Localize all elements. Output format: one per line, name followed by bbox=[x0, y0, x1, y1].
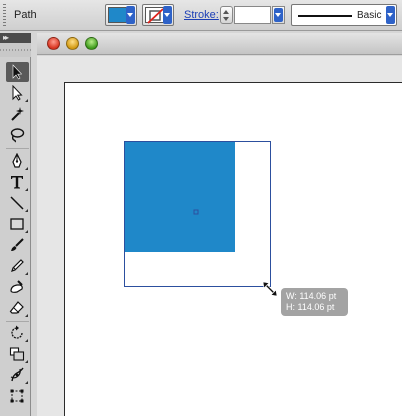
selection-tool-icon bbox=[12, 64, 23, 80]
scale-tool[interactable] bbox=[6, 344, 29, 364]
selection-type-label: Path bbox=[14, 9, 37, 21]
type-tool-icon bbox=[11, 176, 23, 189]
tooltip-width: W: 114.06 pt bbox=[286, 291, 337, 301]
tool-flyout-indicator bbox=[25, 209, 28, 212]
paintbrush-tool-icon bbox=[11, 238, 24, 251]
pencil-tool[interactable] bbox=[6, 256, 29, 276]
brush-name-label: Basic bbox=[357, 10, 382, 21]
free-transform-tool[interactable] bbox=[6, 386, 29, 406]
paintbrush-tool[interactable] bbox=[6, 235, 29, 255]
minimize-window-button[interactable] bbox=[66, 37, 79, 50]
stroke-weight-dropdown[interactable] bbox=[272, 6, 285, 24]
blob-brush-tool-icon bbox=[10, 280, 23, 293]
stroke-panel-link[interactable]: Stroke: bbox=[184, 9, 219, 21]
tooltip-height: H: 114.06 pt bbox=[286, 302, 335, 312]
pencil-tool-icon bbox=[11, 259, 24, 272]
eraser-tool-icon bbox=[9, 301, 24, 314]
tool-flyout-indicator bbox=[25, 339, 28, 342]
stroke-color-dropdown[interactable] bbox=[142, 4, 174, 26]
diagonal-resize-cursor-icon bbox=[262, 281, 278, 297]
line-segment-tool[interactable] bbox=[6, 193, 29, 213]
stroke-none-swatch bbox=[145, 7, 164, 24]
lasso-tool[interactable] bbox=[6, 125, 29, 145]
direct-selection-tool-icon bbox=[12, 85, 23, 101]
transform-size-tooltip: W: 114.06 pt H: 114.06 pt bbox=[281, 288, 348, 316]
tool-flyout-indicator bbox=[25, 360, 28, 363]
chevron-down-icon bbox=[274, 8, 283, 22]
collapse-panel-icon[interactable]: ▸▸ bbox=[3, 33, 9, 43]
rotate-tool-icon bbox=[11, 325, 23, 339]
tool-separator bbox=[6, 148, 29, 149]
stroke-weight-stepper[interactable] bbox=[220, 6, 233, 24]
fill-color-dropdown[interactable] bbox=[105, 4, 137, 26]
center-point-marker bbox=[193, 209, 199, 215]
tools-panel-grip[interactable] bbox=[0, 43, 31, 57]
control-bar: Path Stroke: Basic bbox=[0, 0, 402, 31]
tool-flyout-indicator bbox=[25, 314, 28, 317]
magic-wand-tool-icon bbox=[11, 107, 24, 121]
brush-definition-dropdown[interactable]: Basic bbox=[291, 4, 397, 26]
selection-tool[interactable] bbox=[6, 62, 29, 82]
document-title-bar[interactable] bbox=[37, 33, 402, 55]
control-bar-grip[interactable] bbox=[3, 4, 6, 26]
stroke-weight-input[interactable] bbox=[234, 6, 271, 24]
pen-tool-icon bbox=[12, 153, 22, 168]
tool-flyout-indicator bbox=[25, 99, 28, 102]
rectangle-tool-icon bbox=[10, 218, 24, 230]
line-segment-tool-icon bbox=[10, 196, 24, 210]
chevron-down-icon bbox=[126, 6, 135, 24]
tool-separator bbox=[6, 321, 29, 322]
chevron-down-icon bbox=[163, 6, 172, 24]
tools-panel bbox=[0, 57, 31, 416]
tools-panel-header: ▸▸ bbox=[0, 33, 31, 43]
type-tool[interactable] bbox=[6, 172, 29, 192]
scale-tool-icon bbox=[9, 347, 25, 361]
eraser-tool[interactable] bbox=[6, 298, 29, 318]
close-window-button[interactable] bbox=[47, 37, 60, 50]
tool-flyout-indicator bbox=[25, 188, 28, 191]
tool-flyout-indicator bbox=[25, 167, 28, 170]
blob-brush-tool[interactable] bbox=[6, 277, 29, 297]
tool-flyout-indicator bbox=[25, 381, 28, 384]
chevron-down-icon bbox=[386, 6, 395, 24]
brush-stroke-preview bbox=[298, 15, 352, 17]
zoom-window-button[interactable] bbox=[85, 37, 98, 50]
puppet-warp-tool[interactable] bbox=[6, 365, 29, 385]
lasso-tool-icon bbox=[10, 128, 25, 143]
rotate-tool[interactable] bbox=[6, 323, 29, 343]
free-transform-tool-icon bbox=[10, 389, 24, 403]
direct-selection-tool[interactable] bbox=[6, 83, 29, 103]
tool-flyout-indicator bbox=[25, 230, 28, 233]
tool-flyout-indicator bbox=[25, 272, 28, 275]
magic-wand-tool[interactable] bbox=[6, 104, 29, 124]
fill-swatch bbox=[108, 7, 127, 23]
illustrator-screen: { "control_bar": { "selection_type": "Pa… bbox=[0, 0, 402, 416]
pen-tool[interactable] bbox=[6, 151, 29, 171]
rectangle-tool[interactable] bbox=[6, 214, 29, 234]
puppet-warp-tool-icon bbox=[10, 367, 24, 382]
